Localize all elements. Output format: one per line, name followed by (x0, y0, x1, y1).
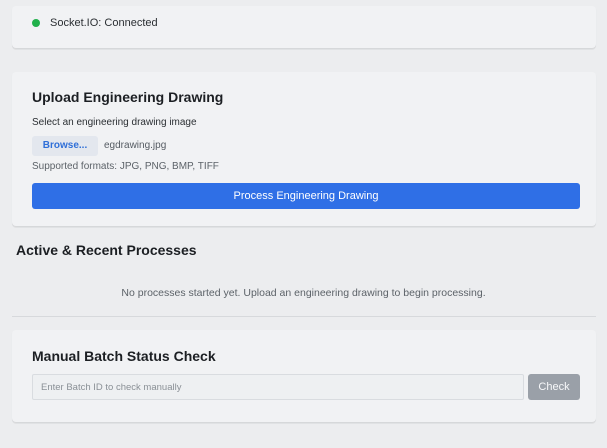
process-drawing-button[interactable]: Process Engineering Drawing (32, 183, 580, 209)
processes-empty-message: No processes started yet. Upload an engi… (121, 287, 486, 299)
batch-id-input[interactable] (32, 374, 524, 400)
check-button[interactable]: Check (528, 374, 580, 400)
upload-card: Upload Engineering Drawing Select an eng… (12, 72, 596, 226)
browse-button[interactable]: Browse... (32, 136, 98, 156)
status-dot-icon (32, 19, 40, 27)
file-input-label: Select an engineering drawing image (32, 117, 197, 128)
supported-formats-text: Supported formats: JPG, PNG, BMP, TIFF (32, 161, 219, 172)
page: Socket.IO: Connected Upload Engineering … (0, 0, 607, 448)
manual-check-title: Manual Batch Status Check (32, 348, 216, 364)
processes-title: Active & Recent Processes (16, 242, 197, 258)
selected-file-name: egdrawing.jpg (104, 140, 167, 151)
upload-title: Upload Engineering Drawing (32, 89, 224, 105)
processes-divider (12, 316, 596, 317)
manual-check-card: Manual Batch Status Check Check (12, 330, 596, 422)
connection-status-card: Socket.IO: Connected (12, 6, 596, 48)
connection-status-text: Socket.IO: Connected (50, 17, 158, 29)
